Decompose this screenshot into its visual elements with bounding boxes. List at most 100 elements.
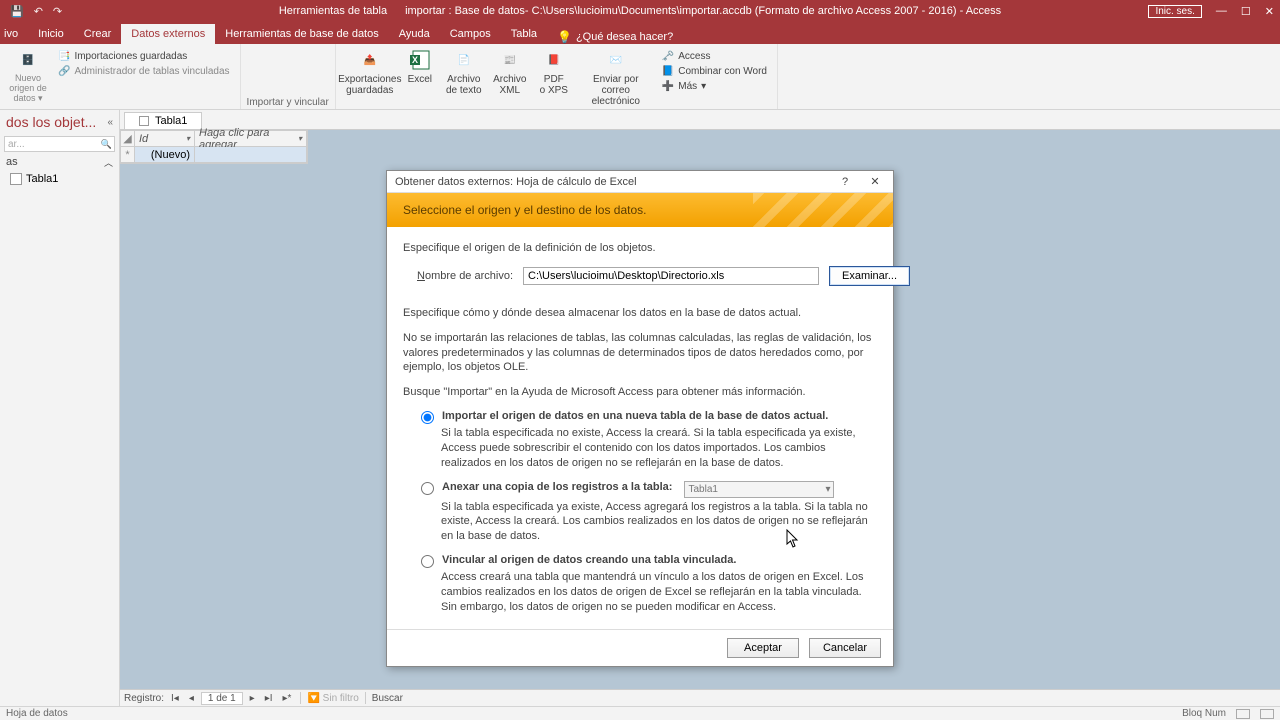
saved-imports-icon: 📑 <box>58 51 70 62</box>
dialog-close-icon[interactable]: ✕ <box>861 173 889 191</box>
recnav-first-icon[interactable]: I◂ <box>168 693 182 704</box>
ok-button[interactable]: Aceptar <box>727 638 799 658</box>
table-icon <box>139 116 149 126</box>
saved-exports-icon: 📤 <box>358 48 382 72</box>
column-header-add[interactable]: Haga clic para agregar▾ <box>195 131 307 147</box>
radio-append-label[interactable]: Anexar una copia de los registros a la t… <box>442 481 672 493</box>
xml-file-icon: 📰 <box>498 48 522 72</box>
export-access-button[interactable]: 🗝️Access <box>658 50 771 63</box>
file-path-input[interactable] <box>523 267 819 285</box>
chevron-down-icon[interactable]: ▾ <box>186 134 190 143</box>
maximize-icon[interactable]: ☐ <box>1241 5 1251 18</box>
ribbon: 🗄️ Nuevo origen de datos ▾ 📑Importacione… <box>0 44 1280 110</box>
export-text-button[interactable]: 📄Archivo de texto <box>442 46 486 109</box>
file-label: Nombre de archivo: <box>417 270 513 282</box>
recnav-new-icon[interactable]: ▸* <box>280 693 295 704</box>
radio-link-desc: Access creará una tabla que mantendrá un… <box>441 570 877 615</box>
tab-help[interactable]: Ayuda <box>389 24 440 44</box>
dialog-banner: Seleccione el origen y el destino de los… <box>387 193 893 227</box>
save-icon[interactable]: 💾 <box>10 5 24 18</box>
export-xml-button[interactable]: 📰Archivo XML <box>488 46 532 109</box>
row-selector[interactable]: * <box>121 147 135 163</box>
export-word-button[interactable]: 📘Combinar con Word <box>658 65 771 78</box>
dialog-help-icon[interactable]: ? <box>831 173 859 191</box>
chevron-down-icon: ▾ <box>825 484 830 495</box>
svg-text:X: X <box>412 55 418 65</box>
navpane-search[interactable]: ar... <box>4 136 115 152</box>
radio-append-desc: Si la tabla especificada ya existe, Acce… <box>441 500 877 545</box>
tab-fields[interactable]: Campos <box>440 24 501 44</box>
navpane-item-tabla1[interactable]: Tabla1 <box>0 171 119 187</box>
saved-exports-button[interactable]: 📤Exportaciones guardadas <box>342 46 398 109</box>
radio-link-label[interactable]: Vincular al origen de datos creando una … <box>442 554 736 566</box>
cancel-button[interactable]: Cancelar <box>809 638 881 658</box>
browse-button[interactable]: Examinar... <box>829 266 910 286</box>
new-data-source-button[interactable]: 🗄️ Nuevo origen de datos ▾ <box>6 46 50 107</box>
select-all-corner[interactable]: ◢ <box>121 131 135 147</box>
recnav-nofilter: 🔽 Sin filtro <box>307 693 358 704</box>
chevron-down-icon[interactable]: ▾ <box>298 134 302 143</box>
datasheet[interactable]: ◢ Id▾ Haga clic para agregar▾ * (Nuevo) <box>120 130 308 164</box>
navigation-pane: dos los objet...« ar... as︿ Tabla1 <box>0 110 120 706</box>
export-more-button[interactable]: ➕Más ▾ <box>658 80 771 93</box>
radio-append[interactable] <box>421 482 434 495</box>
append-table-select: Tabla1▾ <box>684 481 834 498</box>
navpane-collapse-icon[interactable]: « <box>107 117 113 128</box>
email-icon: ✉️ <box>604 48 628 72</box>
title-bar: 💾 ↶ ↷ Herramientas de tabla importar : B… <box>0 0 1280 22</box>
dialog-instr-2: Especifique cómo y dónde desea almacenar… <box>403 306 877 321</box>
tab-home[interactable]: Inicio <box>28 24 74 44</box>
word-icon: 📘 <box>662 66 674 77</box>
view-design-icon[interactable] <box>1260 709 1274 719</box>
export-excel-button[interactable]: X Excel <box>400 46 440 109</box>
saved-imports-button[interactable]: 📑Importaciones guardadas <box>54 50 234 63</box>
excel-icon: X <box>408 48 432 72</box>
undo-icon[interactable]: ↶ <box>34 5 43 18</box>
database-icon: 🗄️ <box>16 48 40 72</box>
cell-id-new[interactable]: (Nuevo) <box>135 147 195 163</box>
table-icon <box>10 173 22 185</box>
navpane-category[interactable]: as︿ <box>0 154 119 171</box>
navpane-header[interactable]: dos los objet...« <box>0 110 119 134</box>
status-view-mode: Hoja de datos <box>6 708 68 719</box>
ribbon-tabs: ivo Inicio Crear Datos externos Herramie… <box>0 22 1280 44</box>
text-file-icon: 📄 <box>452 48 476 72</box>
recnav-search[interactable]: Buscar <box>372 693 512 704</box>
group-import-label: Importar y vincular <box>247 97 329 109</box>
column-header-id[interactable]: Id▾ <box>135 131 195 147</box>
tab-table[interactable]: Tabla <box>501 24 547 44</box>
document-tab-tabla1[interactable]: Tabla1 <box>124 112 202 129</box>
radio-import-new[interactable] <box>421 411 434 424</box>
tab-file[interactable]: ivo <box>0 24 28 44</box>
linked-tables-icon: 🔗 <box>58 66 70 77</box>
dialog-note-1: No se importarán las relaciones de tabla… <box>403 331 877 376</box>
recnav-last-icon[interactable]: ▸I <box>262 693 276 704</box>
dialog-instr-1: Especifique el origen de la definición d… <box>403 241 877 256</box>
sign-in-button[interactable]: Inic. ses. <box>1148 5 1201 18</box>
recnav-prev-icon[interactable]: ◂ <box>186 693 197 704</box>
recnav-position[interactable]: 1 de 1 <box>201 692 243 705</box>
bulb-icon: 💡 <box>557 30 572 44</box>
tab-external-data[interactable]: Datos externos <box>121 24 215 44</box>
export-email-button[interactable]: ✉️Enviar por correo electrónico <box>576 46 656 109</box>
recnav-next-icon[interactable]: ▸ <box>247 693 258 704</box>
radio-link[interactable] <box>421 555 434 568</box>
minimize-icon[interactable]: — <box>1216 5 1227 17</box>
tab-create[interactable]: Crear <box>74 24 122 44</box>
pdf-icon: 📕 <box>542 48 566 72</box>
close-icon[interactable]: ✕ <box>1265 5 1274 18</box>
tab-db-tools[interactable]: Herramientas de base de datos <box>215 24 388 44</box>
cell-add-new[interactable] <box>195 147 307 163</box>
linked-table-manager-button: 🔗Administrador de tablas vinculadas <box>54 65 234 78</box>
export-pdf-button[interactable]: 📕PDF o XPS <box>534 46 574 109</box>
import-dialog: Obtener datos externos: Hoja de cálculo … <box>386 170 894 667</box>
chevron-up-icon: ︿ <box>104 156 113 169</box>
status-bar: Hoja de datos Bloq Num <box>0 706 1280 720</box>
tell-me-search[interactable]: 💡 ¿Qué desea hacer? <box>557 30 673 44</box>
radio-import-new-label[interactable]: Importar el origen de datos en una nueva… <box>442 410 828 422</box>
redo-icon[interactable]: ↷ <box>53 5 62 18</box>
view-datasheet-icon[interactable] <box>1236 709 1250 719</box>
radio-import-new-desc: Si la tabla especificada no existe, Acce… <box>441 426 877 471</box>
access-icon: 🗝️ <box>662 51 674 62</box>
record-navigator: Registro: I◂ ◂ 1 de 1 ▸ ▸I ▸* 🔽 Sin filt… <box>120 689 1280 706</box>
